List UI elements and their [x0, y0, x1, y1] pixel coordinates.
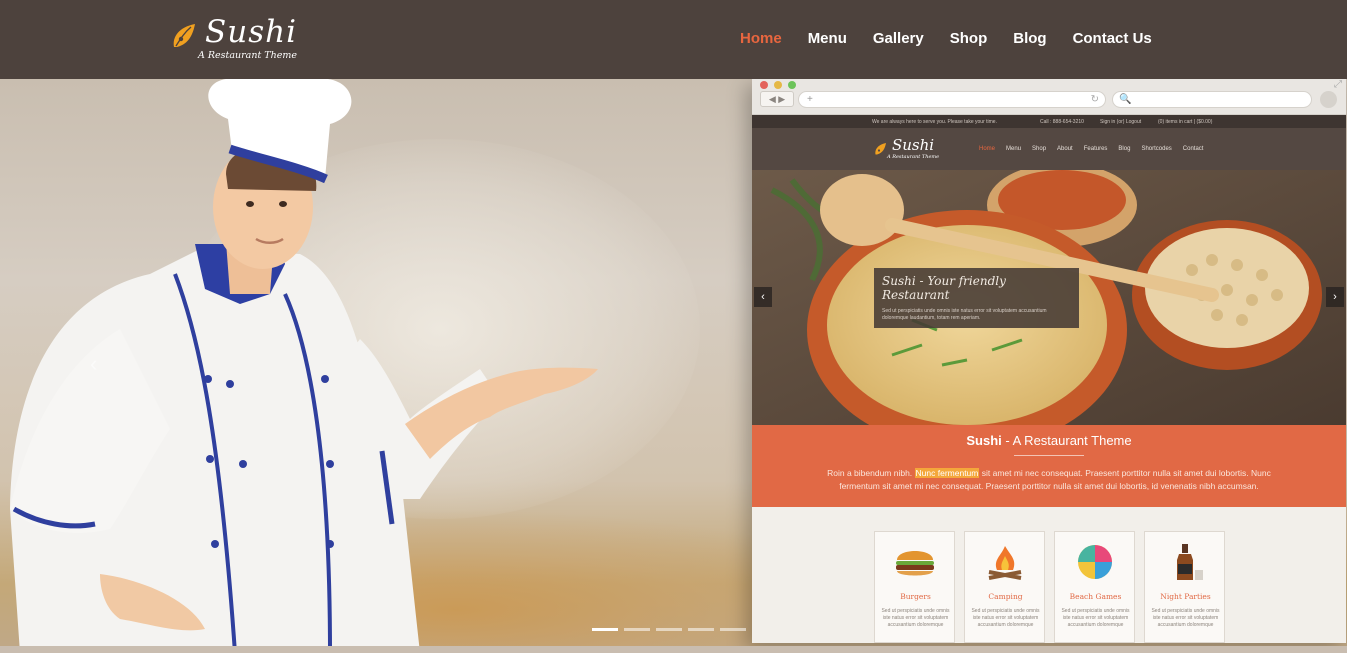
nav-gallery[interactable]: Gallery — [873, 30, 924, 47]
slider-dot[interactable] — [592, 628, 618, 631]
nav-contact-us[interactable]: Contact Us — [1073, 30, 1152, 47]
leaf-logo-icon — [173, 24, 195, 47]
mockup-logo-tagline: A Restaurant Theme — [887, 154, 940, 160]
mockup-url-bar: + ↻ — [798, 91, 1106, 108]
mockup-nav-item: Contact — [1182, 146, 1204, 152]
mockup-topbar-call: Call : 888-654-3210 — [1040, 119, 1084, 125]
mockup-card-text: Sed ut perspiciatis unde omnis iste natu… — [881, 608, 950, 628]
window-maximize-icon — [788, 81, 796, 89]
mockup-header: Sushi A Restaurant Theme Home Menu Shop … — [752, 128, 1346, 170]
mockup-next-arrow-icon: › — [1326, 287, 1344, 307]
mockup-card-title: Camping — [988, 592, 1023, 601]
mockup-prev-arrow-icon: ‹ — [754, 287, 772, 307]
back-forward-icon: ◀ ▶ — [760, 91, 794, 107]
site-header: Sushi A Restaurant Theme Home Menu Galle… — [0, 0, 1347, 79]
mockup-nav-item: Menu — [1006, 146, 1022, 152]
mockup-feature-card: Beach Games Sed ut perspiciatis unde omn… — [1054, 531, 1135, 643]
burger-icon — [896, 551, 934, 576]
bottle-icon — [1177, 544, 1203, 580]
hero-slider: ‹ ◀ ▶ + ↻ 🔍 ⤢ We are always here to serv… — [0, 79, 1347, 653]
mockup-topbar-account: Sign in (or) Logout — [1100, 119, 1142, 125]
mockup-feature-card: Burgers Sed ut perspiciatis unde omnis i… — [874, 531, 955, 643]
mockup-feature-card: Night Parties Sed ut perspiciatis unde o… — [1144, 531, 1225, 643]
mockup-leaf-logo-icon — [875, 143, 886, 155]
campfire-icon — [988, 546, 1022, 580]
mockup-feature-card: Camping Sed ut perspiciatis unde omnis i… — [964, 531, 1045, 643]
mockup-nav-item: About — [1057, 146, 1073, 152]
slider-dot[interactable] — [720, 628, 746, 631]
mockup-nav-item: Features — [1083, 146, 1108, 152]
mockup-topbar-cart: (0) items in cart | ($0.00) — [1158, 119, 1213, 125]
mockup-caption-title: Sushi - Your friendly Restaurant — [882, 274, 1006, 302]
mockup-caption-text: Sed ut perspiciatis unde omnis iste natu… — [882, 308, 1047, 321]
slider-dot[interactable] — [656, 628, 682, 631]
mockup-intro-text: Roin a bibendum nibh. Nunc fermentum sit… — [807, 467, 1291, 493]
browser-chrome: ◀ ▶ + ↻ 🔍 ⤢ — [752, 79, 1346, 115]
window-minimize-icon — [774, 81, 782, 89]
mockup-intro-section: Sushi - A Restaurant Theme Roin a bibend… — [752, 425, 1346, 507]
mockup-nav-item: Shortcodes — [1141, 146, 1172, 152]
nav-shop[interactable]: Shop — [950, 30, 988, 47]
slider-dot[interactable] — [624, 628, 650, 631]
mockup-nav-item: Home — [979, 146, 996, 152]
hero-prev-arrow-icon[interactable]: ‹ — [90, 351, 97, 377]
nav-menu[interactable]: Menu — [808, 30, 847, 47]
slider-pagination — [592, 628, 746, 631]
mockup-logo-wordmark: Sushi — [892, 136, 935, 154]
mockup-feature-cards: Burgers Sed ut perspiciatis unde omnis i… — [874, 531, 1225, 643]
mockup-menu-icon — [1320, 91, 1337, 108]
mockup-intro-highlight: Nunc fermentum — [914, 468, 980, 478]
mockup-topbar-message: We are always here to serve you. Please … — [872, 119, 997, 125]
mockup-food-slider: Sushi - Your friendly Restaurant Sed ut … — [752, 170, 1346, 425]
mockup-topbar: We are always here to serve you. Please … — [752, 115, 1346, 128]
mockup-intro-title-rest: - A Restaurant Theme — [1001, 433, 1132, 448]
slider-dot[interactable] — [688, 628, 714, 631]
nav-home[interactable]: Home — [740, 30, 782, 47]
mockup-card-text: Sed ut perspiciatis unde omnis iste natu… — [971, 608, 1040, 628]
mockup-card-title: Burgers — [900, 592, 931, 601]
search-icon: 🔍 — [1119, 94, 1132, 105]
nav-blog[interactable]: Blog — [1013, 30, 1046, 47]
logo-tagline: A Restaurant Theme — [198, 50, 297, 61]
hero-bottom-strip — [0, 646, 1347, 653]
window-close-icon — [760, 81, 768, 89]
browser-mockup: ◀ ▶ + ↻ 🔍 ⤢ We are always here to serve … — [752, 79, 1346, 643]
mockup-nav: Home Menu Shop About Features Blog Short… — [979, 146, 1214, 152]
mockup-nav-item: Blog — [1118, 146, 1131, 152]
mockup-intro-divider — [1014, 455, 1084, 456]
site-logo[interactable]: Sushi A Restaurant Theme — [171, 14, 311, 64]
mockup-card-title: Night Parties — [1160, 592, 1211, 601]
mockup-intro-text-before: Roin a bibendum nibh. — [827, 468, 915, 478]
mockup-slide-caption: Sushi - Your friendly Restaurant Sed ut … — [874, 268, 1079, 328]
beach-ball-icon — [1078, 545, 1112, 579]
mockup-search-bar: 🔍 — [1112, 91, 1312, 108]
expand-icon: ⤢ — [1334, 79, 1342, 90]
mockup-intro-title-bold: Sushi — [966, 433, 1002, 448]
reload-icon: ↻ — [1090, 94, 1099, 105]
mockup-card-title: Beach Games — [1069, 592, 1122, 601]
main-nav: Home Menu Gallery Shop Blog Contact Us — [740, 30, 1178, 47]
mockup-nav-item: Shop — [1032, 146, 1047, 152]
mockup-intro-title: Sushi - A Restaurant Theme — [752, 433, 1346, 448]
logo-wordmark: Sushi — [205, 14, 297, 50]
new-tab-icon: + — [807, 94, 813, 105]
mockup-card-text: Sed ut perspiciatis unde omnis iste natu… — [1151, 608, 1220, 628]
mockup-card-text: Sed ut perspiciatis unde omnis iste natu… — [1061, 608, 1130, 628]
